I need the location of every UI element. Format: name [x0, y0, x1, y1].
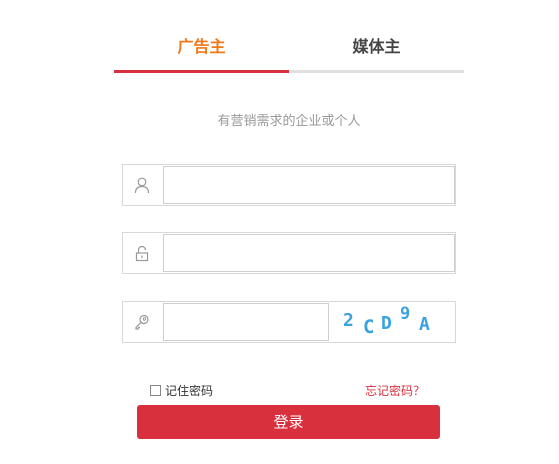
login-tabs: 广告主 媒体主 — [114, 28, 464, 76]
captcha-image[interactable]: 2 C D 9 A — [337, 304, 437, 340]
password-field — [122, 232, 456, 274]
captcha-field: 2 C D 9 A — [122, 301, 456, 343]
remember-label: 记住密码 — [165, 384, 214, 398]
remember-password[interactable]: 记住密码 — [150, 382, 213, 399]
captcha-char: D — [381, 313, 392, 334]
captcha-char: 2 — [343, 310, 354, 331]
captcha-input[interactable] — [163, 303, 329, 341]
username-field — [122, 164, 456, 206]
tab-media[interactable]: 媒体主 — [289, 28, 464, 68]
captcha-char: 9 — [400, 304, 411, 324]
remember-checkbox[interactable] — [150, 385, 161, 396]
tab-description: 有营销需求的企业或个人 — [217, 114, 361, 129]
tab-active-indicator — [114, 70, 289, 73]
username-input[interactable] — [163, 166, 455, 204]
key-icon — [123, 302, 161, 342]
password-input[interactable] — [163, 234, 455, 272]
login-button[interactable]: 登录 — [137, 405, 440, 439]
user-icon — [123, 165, 161, 205]
captcha-char: C — [363, 316, 375, 338]
lock-icon — [123, 233, 161, 273]
captcha-char: A — [419, 314, 430, 335]
tab-advertiser[interactable]: 广告主 — [114, 28, 289, 68]
forgot-password-link[interactable]: 忘记密码？ — [365, 382, 425, 399]
